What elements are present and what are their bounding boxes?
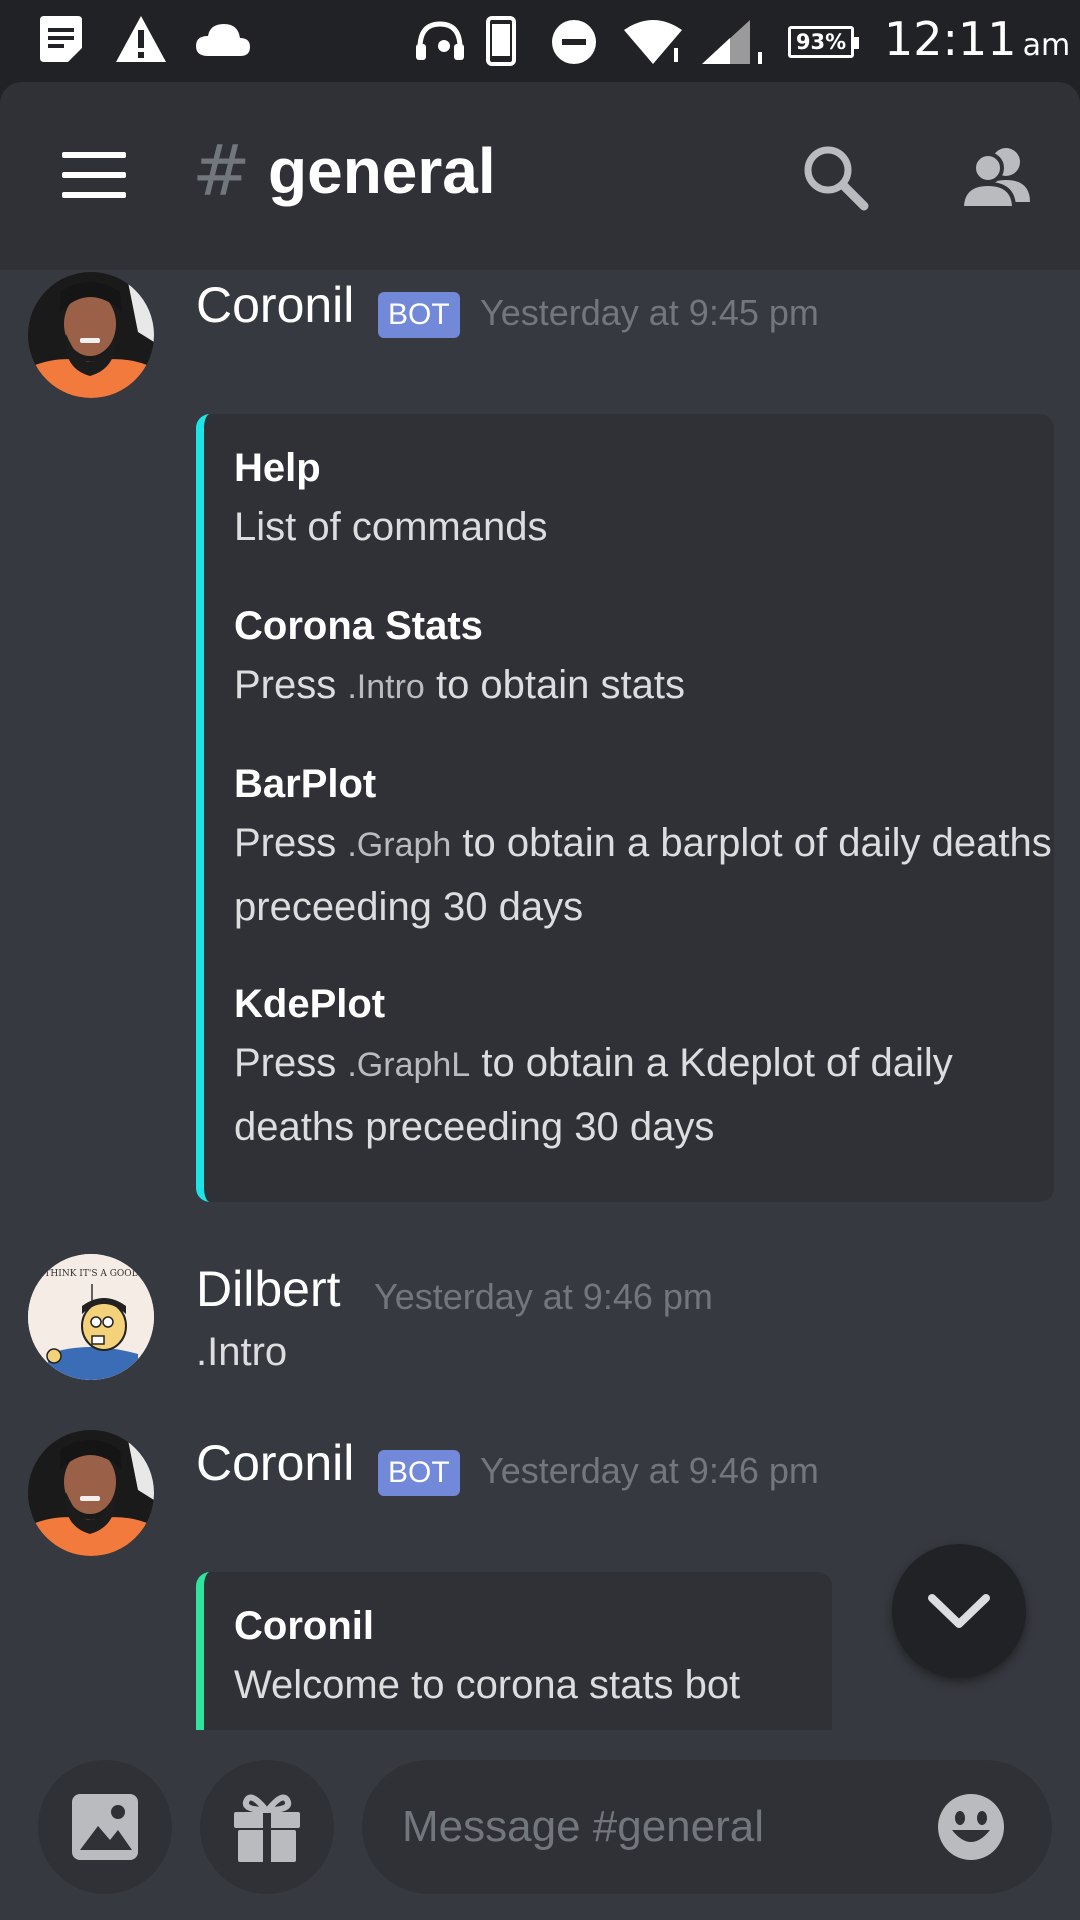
menu-button[interactable]	[62, 152, 126, 198]
clock-time: 12:11	[884, 12, 1017, 66]
channel-name[interactable]: general	[268, 134, 496, 208]
command-code: .GraphL	[347, 1046, 471, 1084]
field-text: Press	[234, 1041, 348, 1085]
composer-bar	[0, 1730, 1080, 1920]
embed-field-name: BarPlot	[234, 762, 377, 806]
author-name[interactable]: Coronil	[196, 1434, 354, 1492]
message-timestamp: Yesterday at 9:46 pm	[374, 1276, 713, 1317]
message-timestamp: Yesterday at 9:46 pm	[480, 1450, 819, 1491]
embed-field-name: KdePlot	[234, 982, 386, 1026]
emoji-icon[interactable]	[936, 1792, 1006, 1862]
command-code: .Graph	[347, 826, 452, 864]
status-bar: 93% 12:11 am	[0, 0, 1080, 82]
chevron-down-icon	[928, 1594, 990, 1628]
gift-icon	[234, 1794, 300, 1862]
avatar[interactable]	[28, 1430, 154, 1556]
message-input-container	[362, 1760, 1052, 1894]
message-input[interactable]	[402, 1790, 922, 1864]
field-text: to obtain stats	[424, 663, 685, 707]
author-name[interactable]: Coronil	[196, 276, 354, 334]
bot-tag: BOT	[378, 292, 460, 338]
embed-field-value: Press .Graph to obtain a barplot of dail…	[234, 812, 1054, 938]
bot-tag: BOT	[378, 1450, 460, 1496]
notes-notification-icon	[40, 16, 82, 62]
field-text: Press	[234, 663, 348, 707]
embed-field-name: Help	[234, 446, 321, 490]
embed-title: Coronil	[234, 1604, 374, 1648]
author-name[interactable]: Dilbert	[196, 1260, 340, 1318]
embed-field-value: Press .GraphL to obtain a Kdeplot of dai…	[234, 1032, 1054, 1158]
hamburger-line	[62, 152, 126, 158]
command-code: .Intro	[347, 668, 425, 706]
signal-icon	[702, 20, 762, 64]
attach-image-button[interactable]	[38, 1760, 172, 1894]
phone-icon	[486, 16, 516, 66]
channel-hash-icon: #	[192, 130, 251, 212]
embed-description: Welcome to corona stats bot	[234, 1663, 741, 1707]
embed-field-value: Press .Intro to obtain stats	[234, 654, 1054, 718]
embed: Help List of commands Corona Stats Press…	[196, 414, 1054, 1202]
cloud-icon	[196, 24, 250, 56]
battery-indicator: 93%	[788, 26, 859, 58]
jump-to-latest-button[interactable]	[892, 1544, 1026, 1678]
message-text: .Intro	[196, 1330, 288, 1374]
message-list[interactable]: Coronil BOT Yesterday at 9:45 pm Help Li…	[0, 270, 1080, 1730]
clock-ampm: am	[1022, 28, 1071, 63]
embed-field-name: Corona Stats	[234, 604, 483, 648]
avatar[interactable]: I THINK IT'S A GOOD IDEA.	[28, 1254, 154, 1380]
dilbert-avatar-image: I THINK IT'S A GOOD IDEA.	[28, 1254, 154, 1380]
avatar-caption: I THINK IT'S A GOOD IDEA.	[38, 1269, 154, 1279]
gift-button[interactable]	[200, 1760, 334, 1894]
image-icon	[72, 1794, 138, 1860]
coronil-avatar-image	[28, 1430, 154, 1556]
hamburger-line	[62, 192, 126, 198]
message-timestamp: Yesterday at 9:45 pm	[480, 292, 819, 333]
hamburger-line	[62, 172, 126, 178]
field-text: Press	[234, 821, 348, 865]
clock: 12:11 am	[884, 12, 1070, 66]
members-icon[interactable]	[960, 142, 1036, 212]
embed-field-value: List of commands	[234, 505, 548, 549]
search-icon[interactable]	[800, 142, 870, 212]
do-not-disturb-icon	[552, 20, 596, 64]
coronil-avatar-image	[28, 272, 154, 398]
embed: Coronil Welcome to corona stats bot	[196, 1572, 832, 1730]
channel-header: # general	[0, 82, 1080, 270]
headset-icon	[416, 21, 464, 60]
avatar[interactable]	[28, 272, 154, 398]
warning-icon	[116, 16, 166, 62]
wifi-icon	[624, 20, 682, 64]
